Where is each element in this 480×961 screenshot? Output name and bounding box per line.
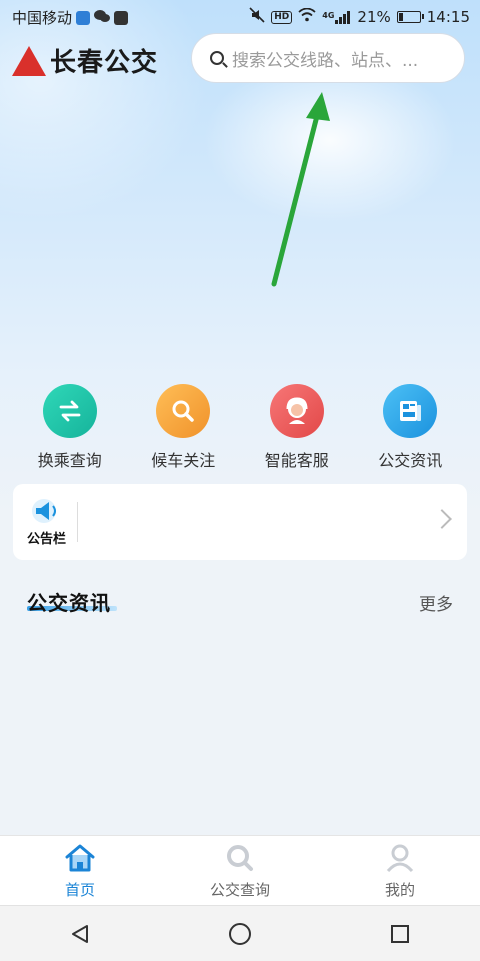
app-title: 长春公交 [50,48,159,78]
network-type-label: 4G [322,10,335,20]
quick-action-label: 候车关注 [151,451,216,470]
mail-app-icon [114,10,129,25]
news-icon [383,384,438,438]
quick-action-service[interactable]: 智能客服 [240,384,354,471]
bottom-tab-bar: 首页 公交查询 我的 [0,835,480,906]
search-placeholder: 搜索公交线路、站点、... [232,50,419,71]
quick-actions: 换乘查询 候车关注 智能客服 公交资讯 [13,384,467,471]
quick-action-label: 智能客服 [264,451,329,470]
tab-label: 首页 [64,880,95,899]
wechat-icon [94,9,111,27]
mute-icon [249,7,265,27]
tab-label: 公交查询 [209,880,270,899]
app-logo: 长春公交 [12,42,158,79]
tab-home[interactable]: 首页 [0,836,160,906]
search-bar[interactable]: 搜索公交线路、站点、... [191,33,465,83]
battery-percent: 21% [357,8,391,26]
system-nav-bar [0,905,480,961]
back-icon[interactable] [60,914,100,954]
search-icon [224,843,256,877]
carrier-label: 中国移动 [12,9,73,27]
home-icon [64,843,96,877]
hd-badge: HD [271,10,293,24]
tab-label: 我的 [384,880,415,899]
search-icon [210,51,224,65]
battery-icon [396,11,424,23]
tab-bus-query[interactable]: 公交查询 [160,836,320,906]
home-circle-icon[interactable] [220,914,260,954]
chevron-right-icon [432,509,452,529]
quick-action-label: 换乘查询 [37,451,102,470]
more-link[interactable]: 更多 [419,590,453,615]
quick-action-label: 公交资讯 [378,451,443,470]
news-section-title: 公交资讯 [27,591,111,615]
notice-title: 公告栏 [27,532,67,547]
status-bar: 中国移动 HD 4G 21% 14:15 [0,0,480,32]
magnifier-icon [156,384,211,438]
wifi-icon [298,7,316,26]
customer-service-icon [269,384,324,438]
shield-app-icon [76,10,91,25]
logo-triangle-icon [12,45,46,76]
quick-action-news[interactable]: 公交资讯 [354,384,468,471]
quick-action-transfer[interactable]: 换乘查询 [13,384,127,471]
tab-mine[interactable]: 我的 [320,836,480,906]
notice-divider [77,502,78,542]
transfer-icon [42,384,97,438]
clock: 14:15 [426,8,470,26]
battery-fill [398,13,403,21]
signal-icon: 4G [322,10,351,24]
megaphone-icon [27,498,65,528]
recents-square-icon[interactable] [380,914,420,954]
notice-bar[interactable]: 公告栏 [13,484,467,560]
user-icon [384,843,416,877]
quick-action-waiting[interactable]: 候车关注 [127,384,241,471]
